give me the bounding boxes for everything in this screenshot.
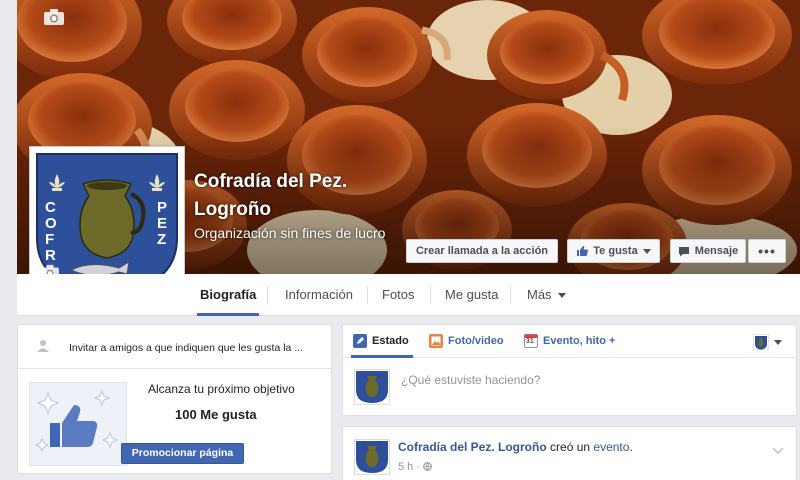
globe-icon	[423, 462, 432, 471]
composer-tab-label: Foto/video	[448, 335, 504, 347]
sparkle-thumbs-up-icon	[34, 389, 119, 453]
tab-mas[interactable]: Más	[527, 274, 567, 316]
message-icon	[678, 246, 689, 256]
tab-informacion[interactable]: Información	[285, 274, 353, 316]
status-input[interactable]: ¿Qué estuviste haciendo?	[401, 373, 540, 387]
goal-title: Alcanza tu próximo objetivo	[148, 382, 295, 396]
post-timestamp[interactable]: 5 h ·	[398, 461, 432, 473]
composer-tab-evento[interactable]: 31 Evento, hito +	[524, 334, 615, 348]
post-time-label: 5 h ·	[398, 461, 421, 473]
svg-text:E: E	[157, 215, 167, 232]
tab-divider	[267, 286, 268, 304]
invite-friends-text: Invitar a amigos a que indiquen que les …	[69, 342, 304, 354]
svg-text:O: O	[45, 215, 57, 232]
post-action-text: creó un	[550, 440, 591, 454]
tab-divider	[430, 286, 431, 304]
caret-down-icon	[774, 339, 782, 345]
post-as-selector[interactable]	[753, 334, 782, 350]
svg-text:P: P	[157, 199, 167, 216]
tab-mas-label: Más	[527, 287, 552, 302]
composer-avatar	[354, 369, 390, 405]
tab-biografia[interactable]: Biografía	[197, 274, 260, 316]
page-category[interactable]: Organización sin fines de lucro	[194, 224, 404, 243]
pencil-icon	[353, 334, 367, 348]
post-action-end: .	[629, 440, 633, 454]
composer-tab-estado[interactable]: Estado	[353, 334, 409, 348]
svg-text:R: R	[45, 247, 56, 264]
post-options-chevron-icon[interactable]	[772, 441, 784, 459]
caret-down-icon	[558, 293, 567, 299]
tab-me-gusta[interactable]: Me gusta	[445, 274, 498, 316]
like-label: Te gusta	[593, 245, 638, 257]
promote-card: Invitar a amigos a que indiquen que les …	[17, 324, 332, 474]
message-button[interactable]: Mensaje	[670, 239, 746, 263]
calendar-day: 31	[526, 338, 534, 345]
create-cta-button[interactable]: Crear llamada a la acción	[406, 239, 558, 263]
post-author-avatar[interactable]	[354, 439, 390, 475]
more-options-label: •••	[758, 243, 776, 259]
svg-text:Z: Z	[157, 231, 166, 248]
promo-illustration	[29, 382, 127, 466]
svg-text:C: C	[45, 199, 56, 216]
composer-tabs: Estado Foto/video 31 Evento, hito +	[343, 325, 796, 358]
page-title[interactable]: Cofradía del Pez. Logroño	[194, 168, 414, 224]
composer-tab-foto-video[interactable]: Foto/video	[429, 334, 504, 348]
composer-tab-label: Evento, hito +	[543, 335, 616, 347]
tab-divider	[367, 286, 368, 304]
post-composer: Estado Foto/video 31 Evento, hito + ¿Qué…	[342, 324, 797, 416]
promote-page-button[interactable]: Promocionar página	[121, 443, 244, 464]
tab-fotos[interactable]: Fotos	[382, 274, 415, 316]
post-author-name[interactable]: Cofradía del Pez. Logroño	[398, 440, 547, 454]
active-tab-indicator	[351, 355, 413, 358]
like-button[interactable]: Te gusta	[567, 239, 660, 263]
photo-icon	[429, 334, 443, 348]
feed-post: Cofradía del Pez. Logroño creó un evento…	[342, 426, 797, 480]
goal-value: 100 Me gusta	[175, 407, 257, 422]
tab-divider	[510, 286, 511, 304]
page-avatar-small	[753, 334, 769, 350]
message-label: Mensaje	[694, 245, 739, 257]
thumbs-up-icon	[577, 246, 589, 256]
create-cta-label: Crear llamada a la acción	[415, 245, 549, 257]
page-nav: Biografía Información Fotos Me gusta Más	[17, 274, 800, 316]
caret-down-icon	[642, 248, 651, 254]
more-options-button[interactable]: •••	[748, 239, 786, 263]
post-header: Cofradía del Pez. Logroño creó un evento…	[398, 440, 633, 454]
svg-text:F: F	[45, 231, 54, 248]
composer-tab-label: Estado	[372, 335, 409, 347]
invite-user-icon	[37, 340, 49, 352]
invite-friends-row[interactable]: Invitar a amigos a que indiquen que les …	[18, 325, 331, 369]
post-event-link[interactable]: evento	[593, 440, 629, 454]
